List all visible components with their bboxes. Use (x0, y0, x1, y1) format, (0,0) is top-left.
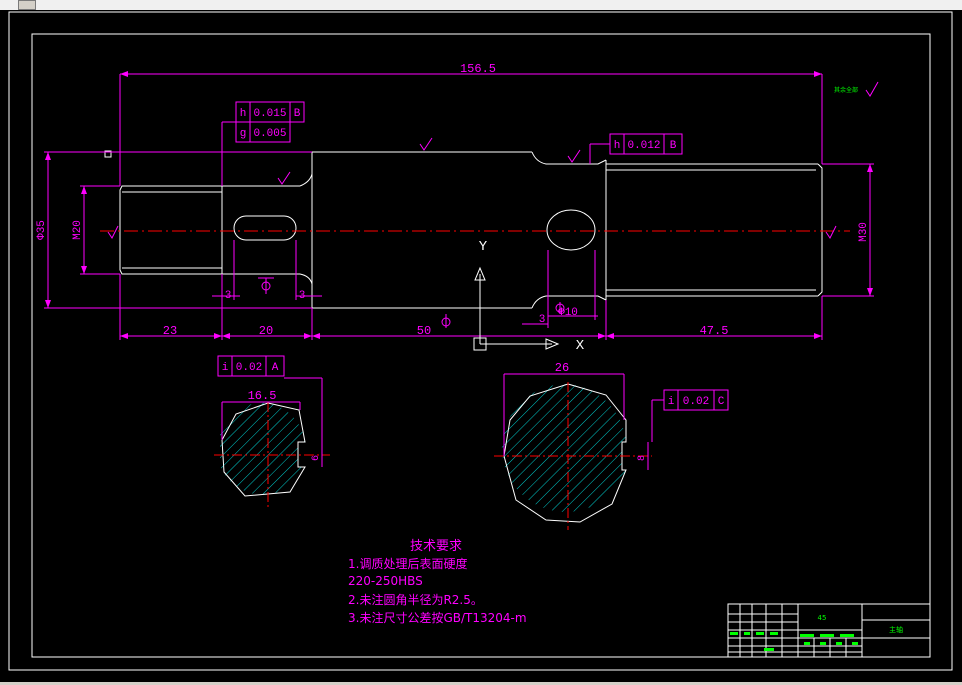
axis-y-label: Y (479, 239, 488, 255)
dim-groove-left-a: 3 (225, 290, 232, 302)
tech-req-line-4: 3.未注尺寸公差按GB/T13204-m (348, 610, 527, 625)
dim-shaft-dia: Φ35 (36, 220, 48, 240)
sec-c-key: 8 (637, 455, 648, 461)
tol3-value: 0.012 (627, 140, 660, 152)
dim-dia-10: Φ10 (558, 307, 578, 319)
dim-seg1: 23 (163, 324, 177, 338)
dim-seg4: 47.5 (700, 324, 729, 338)
dim-seg3: 50 (417, 324, 431, 338)
sec-a-width: 16.5 (248, 389, 277, 403)
sec-c-width: 26 (555, 361, 569, 375)
tol1-datum: B (294, 108, 301, 120)
tolerance-frame-1: h 0.015 B (235, 101, 305, 123)
sec-a-key: 6 (311, 455, 322, 461)
dim-groove-right: 3 (539, 314, 546, 326)
axis-x-label: X (576, 338, 585, 354)
title-block-part-name: 主轴 (889, 625, 903, 634)
dimension-lines (44, 73, 874, 340)
tol1-value: 0.015 (253, 108, 286, 120)
tolerance-frame-2: g 0.005 (235, 121, 291, 143)
section-marks (258, 277, 565, 328)
dim-left-thread: M20 (72, 220, 84, 240)
tech-req-line-2: 220-250HBS (348, 574, 423, 588)
tol4-symbol: i (222, 362, 229, 374)
tech-req-line-3: 2.未注圆角半径为R2.5。 (348, 592, 483, 607)
roughness-note: 其余全部 (834, 86, 858, 94)
title-block-material: 45 (818, 614, 827, 622)
tol2-symbol: g (240, 128, 247, 140)
tol3-symbol: h (614, 140, 621, 152)
dim-seg2: 20 (259, 324, 273, 338)
dimension-arrows (45, 71, 873, 339)
tolerance-frame-3: h 0.012 B (609, 133, 683, 155)
inner-frame (31, 33, 931, 658)
roughness-marks (107, 81, 879, 239)
window-tab[interactable] (18, 0, 36, 10)
section-c: 26 8 i 0.02 C (494, 361, 729, 530)
tol2-value: 0.005 (253, 128, 286, 140)
title-block-green-marks (730, 632, 858, 651)
cad-drawing-canvas[interactable]: 156.5 Φ35 M20 M30 23 20 50 47.5 3 3 3 Φ1… (0, 10, 962, 682)
tol1-symbol: h (240, 108, 247, 120)
tech-req-title: 技术要求 (410, 539, 462, 554)
drawing-svg: 156.5 Φ35 M20 M30 23 20 50 47.5 3 3 3 Φ1… (8, 11, 953, 671)
tech-req-line-1: 1.调质处理后表面硬度 (348, 556, 467, 571)
tol5-datum: C (718, 396, 725, 408)
tol4-datum: A (272, 362, 279, 374)
tech-requirements: 技术要求 1.调质处理后表面硬度 220-250HBS 2.未注圆角半径为R2.… (348, 539, 527, 625)
dim-overall-length: 156.5 (460, 62, 496, 76)
section-a: 16.5 6 i 0.02 A (214, 355, 330, 510)
tol5-value: 0.02 (683, 396, 709, 408)
tol3-datum: B (670, 140, 677, 152)
dim-right-thread: M30 (858, 222, 870, 242)
shaft-outline (119, 151, 823, 309)
tol5-symbol: i (668, 396, 675, 408)
tol4-value: 0.02 (236, 362, 262, 374)
dim-groove-left-b: 3 (299, 290, 306, 302)
